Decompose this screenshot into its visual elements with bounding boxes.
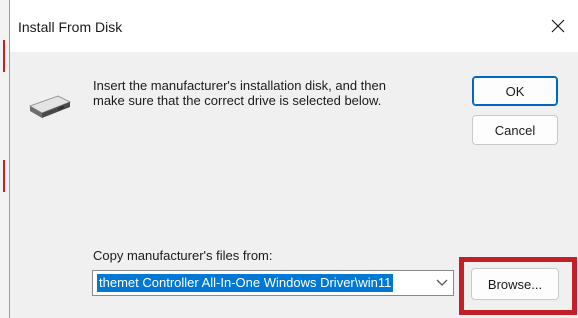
dialog-title: Install From Disk bbox=[18, 19, 123, 35]
close-button[interactable] bbox=[538, 8, 578, 44]
ok-button[interactable]: OK bbox=[472, 76, 558, 106]
copy-from-label: Copy manufacturer's files from: bbox=[93, 248, 273, 263]
chevron-down-icon[interactable] bbox=[435, 278, 449, 288]
install-from-disk-dialog: Install From Disk Insert the manufacture… bbox=[9, 0, 578, 318]
background-red-mark bbox=[3, 160, 5, 192]
instruction-text: Insert the manufacturer's installation d… bbox=[93, 78, 386, 108]
background-red-mark bbox=[3, 40, 5, 72]
cancel-button[interactable]: Cancel bbox=[472, 115, 558, 145]
disk-drive-icon bbox=[28, 95, 72, 118]
copy-from-combobox[interactable]: themet Controller All-In-One Windows Dri… bbox=[92, 270, 454, 296]
title-bar: Install From Disk bbox=[10, 0, 578, 52]
browse-button[interactable]: Browse... bbox=[471, 268, 559, 300]
close-icon bbox=[551, 19, 565, 33]
background-window-edge bbox=[0, 0, 9, 318]
copy-from-path-value[interactable]: themet Controller All-In-One Windows Dri… bbox=[97, 274, 394, 292]
